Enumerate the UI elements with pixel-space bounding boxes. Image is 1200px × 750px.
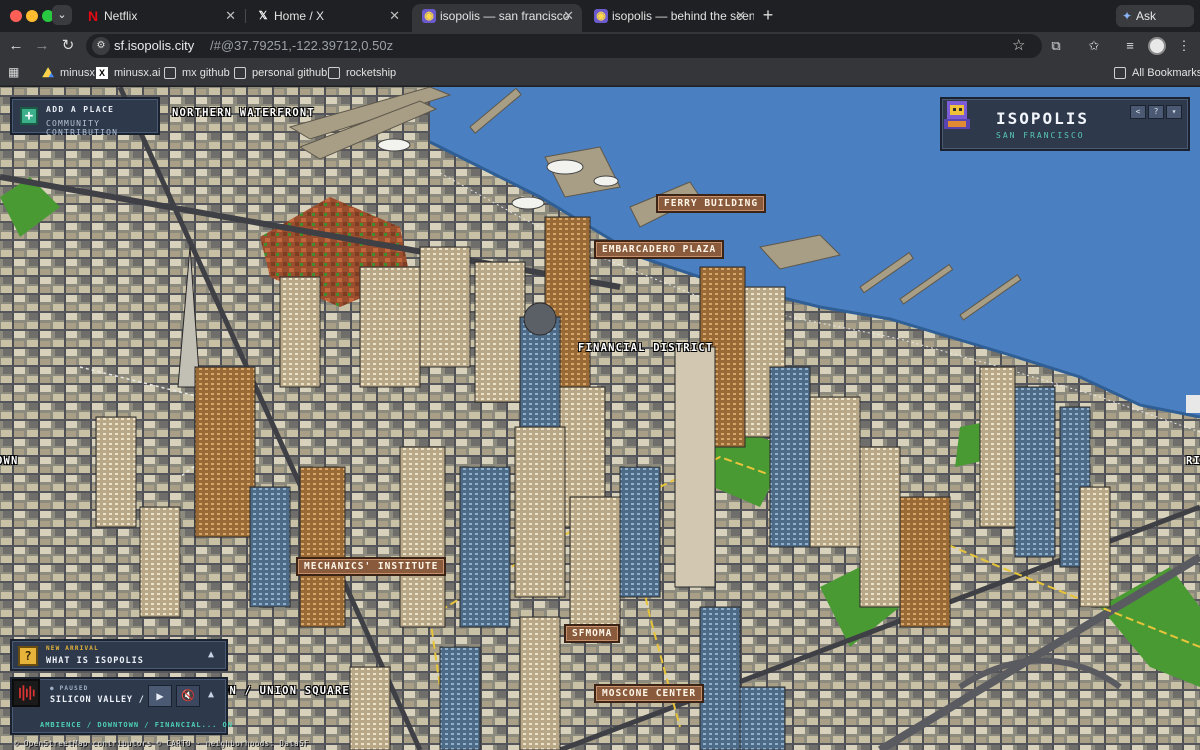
bookmark-label: mx github (182, 67, 230, 79)
neighborhood-label-left-edge[interactable]: OWN (0, 455, 19, 467)
address-bar[interactable]: ⚙ sf.isopolis.city /#@37.79251,-122.3971… (86, 34, 1042, 58)
back-arrow-icon[interactable]: ← (6, 36, 26, 56)
map-attribution: © OpenStreetMap contributors © CARTO · n… (14, 739, 309, 748)
all-bookmarks-label: All Bookmarks (1132, 67, 1200, 79)
folder-icon (328, 67, 340, 79)
bookmark-label: minusx (60, 67, 95, 79)
expand-chevron-up-icon[interactable]: ▲ (208, 649, 214, 660)
site-info-icon[interactable]: ⚙ (92, 37, 110, 55)
isopolis-icon: ◉ (594, 9, 608, 23)
collapse-chevron-down-icon[interactable]: ▾ (1166, 105, 1182, 119)
apps-grid-icon[interactable]: ▦ (8, 66, 20, 78)
new-tab-plus-icon[interactable]: + (758, 5, 778, 25)
close-tab-icon[interactable]: ✕ (225, 4, 236, 28)
place-label-sfmoma[interactable]: SFMOMA (564, 624, 621, 643)
tab-isopolis-behind-the-scenes[interactable]: ◉ isopolis — behind the scenes ✕ (584, 4, 754, 28)
media-controls-icon[interactable]: ≡ (1120, 36, 1140, 56)
ask-gemini-button[interactable]: ✦ Ask Gemini (1116, 5, 1194, 45)
url-host: sf.isopolis.city (114, 38, 195, 53)
tab-title: Netflix (104, 9, 138, 23)
x-icon: X (96, 67, 108, 79)
tab-title: Home / X (274, 9, 325, 23)
bookmark-label: rocketship (346, 67, 397, 79)
profile-avatar[interactable] (1148, 37, 1166, 55)
forward-arrow-icon[interactable]: → (32, 36, 52, 56)
bookmark-minusx[interactable]: minusx (42, 64, 95, 82)
bookmark-label: personal github (252, 67, 328, 79)
bookmark-mx-github[interactable]: mx github (164, 64, 230, 82)
brand-title: ISOPOLIS (996, 109, 1090, 128)
add-place-title: ADD A PLACE (46, 105, 115, 114)
mute-speaker-icon[interactable]: 🔇 (176, 685, 200, 707)
add-place-subtitle: COMMUNITY CONTRIBUTION (46, 119, 119, 137)
close-window-button[interactable] (10, 10, 22, 22)
pier-building-edge (1186, 395, 1200, 413)
bookmark-rocketship[interactable]: rocketship (328, 64, 396, 82)
tab-search-chevron-down-icon[interactable]: ⌄ (52, 5, 72, 25)
arrival-title: WHAT IS ISOPOLIS (46, 656, 144, 666)
bookmarks-bar: minusx X minusx.ai mx github personal gi… (0, 60, 1200, 86)
play-button[interactable]: ▶ (148, 685, 172, 707)
folder-icon (164, 67, 176, 79)
new-arrival-panel[interactable]: ? NEW ARRIVAL WHAT IS ISOPOLIS ▲ (10, 639, 228, 671)
expand-chevron-up-icon[interactable]: ▲ (208, 689, 214, 700)
help-icon[interactable]: ? (1148, 105, 1164, 119)
brand-subtitle: SAN FRANCISCO (996, 131, 1085, 140)
round-tower-top (523, 302, 557, 336)
arrival-tag: NEW ARRIVAL (46, 645, 99, 652)
music-player: ● PAUSED SILICON VALLEY / THE... ▶ 🔇 ▲ A… (10, 677, 232, 735)
player-status: ● PAUSED (50, 685, 89, 692)
add-place-button[interactable]: + ADD A PLACE COMMUNITY CONTRIBUTION (10, 97, 160, 137)
share-icon[interactable]: < (1130, 105, 1146, 119)
folder-icon (1114, 67, 1126, 79)
isometric-city-map[interactable]: NORTHERN WATERFRONT FINANCIAL DISTRICT W… (0, 87, 1200, 750)
minimize-window-button[interactable] (26, 10, 38, 22)
neighborhood-label-northern-waterfront[interactable]: NORTHERN WATERFRONT (172, 107, 315, 119)
place-label-embarcadero-plaza[interactable]: EMBARCADERO PLAZA (594, 240, 725, 259)
neighborhood-label-financial-district[interactable]: FINANCIAL DISTRICT (578, 342, 713, 354)
tab-title: isopolis — san francisco (440, 9, 570, 23)
all-bookmarks[interactable]: All Bookmarks (1114, 64, 1200, 82)
browser-toolbar: ← → ↻ ⚙ sf.isopolis.city /#@37.79251,-12… (0, 32, 1200, 60)
player-ambience-tags: AMBIENCE / DOWNTOWN / FINANCIAL... ON (40, 721, 233, 729)
place-label-moscone-center[interactable]: MOSCONE CENTER (594, 684, 705, 703)
tab-bar: ⌄ N Netflix ✕ 𝕏 Home / X ✕ ◉ isopolis — … (0, 0, 1200, 45)
x-icon: 𝕏 (258, 10, 268, 22)
url-path: /#@37.79251,-122.39712,0.50z (210, 38, 394, 53)
album-art-icon (12, 679, 40, 707)
drive-icon (42, 67, 54, 78)
isopolis-robot-logo-icon (944, 101, 970, 129)
tab-isopolis-san-francisco[interactable]: ◉ isopolis — san francisco ✕ (412, 4, 582, 32)
neighborhood-label-right-edge[interactable]: RI (1186, 455, 1200, 467)
close-tab-icon[interactable]: ✕ (389, 4, 400, 28)
player-status-text: PAUSED (59, 685, 89, 692)
tab-netflix[interactable]: N Netflix ✕ (76, 4, 244, 28)
folder-icon (234, 67, 246, 79)
reading-list-star-icon[interactable]: ✩ (1084, 36, 1104, 56)
plus-icon: + (20, 107, 38, 125)
bookmark-minusx-ai[interactable]: X minusx.ai (96, 64, 160, 82)
more-menu-icon[interactable]: ⋮ (1174, 36, 1194, 56)
place-label-ferry-building[interactable]: FERRY BUILDING (656, 194, 767, 213)
isopolis-icon: ◉ (422, 9, 436, 23)
close-tab-icon[interactable]: ✕ (735, 4, 746, 28)
bookmark-star-icon[interactable]: ☆ (1012, 36, 1025, 54)
close-tab-icon[interactable]: ✕ (563, 4, 574, 28)
tab-title: isopolis — behind the scenes (612, 9, 754, 23)
reload-icon[interactable]: ↻ (58, 36, 78, 56)
gemini-sparkle-icon: ✦ (1122, 9, 1133, 23)
netflix-icon: N (87, 8, 99, 24)
brand-panel: ISOPOLIS SAN FRANCISCO < ? ▾ (940, 97, 1190, 151)
tab-home-x[interactable]: 𝕏 Home / X ✕ (246, 4, 408, 28)
question-icon: ? (18, 646, 38, 666)
neighborhood-label-union-square[interactable]: WN / UNION SQUARE (222, 685, 350, 697)
place-label-mechanics-institute[interactable]: MECHANICS' INSTITUTE (296, 557, 447, 576)
extensions-puzzle-icon[interactable]: ⧉ (1046, 36, 1066, 56)
bookmark-personal-github[interactable]: personal github (234, 64, 327, 82)
bookmark-label: minusx.ai (114, 67, 161, 79)
